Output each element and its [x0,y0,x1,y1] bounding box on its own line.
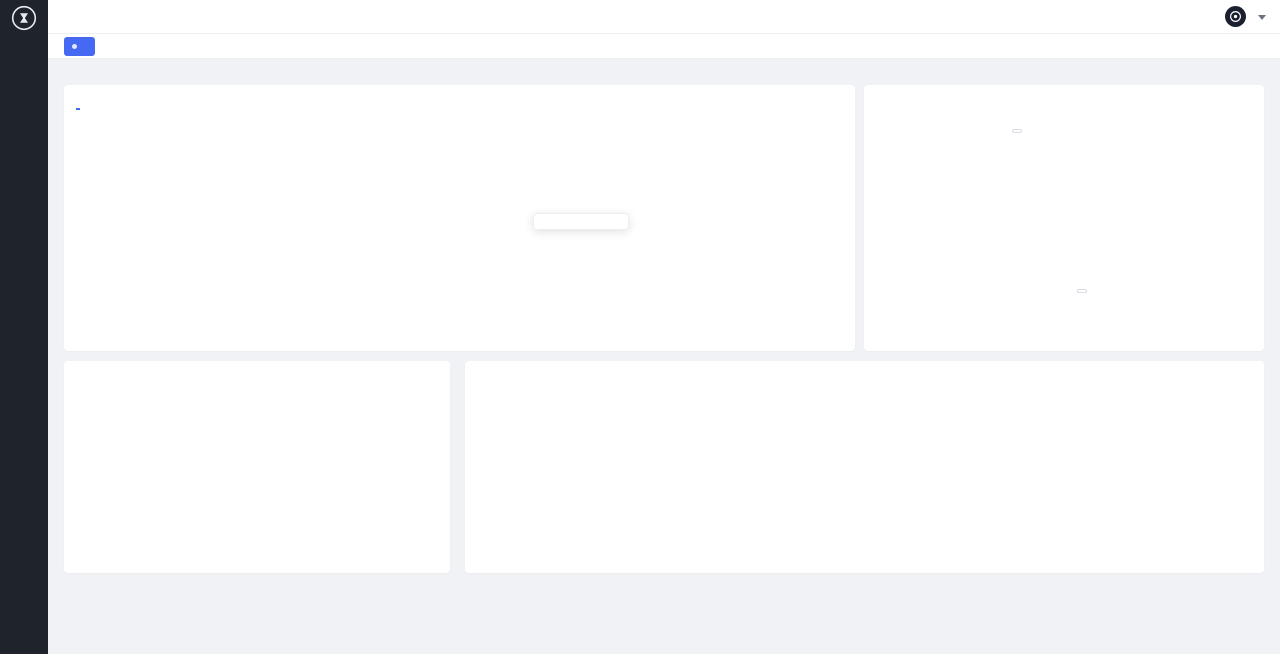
offline-label [1012,129,1022,133]
chevron-down-icon [1258,15,1266,20]
main-area [48,0,1280,654]
chart-tooltip [533,213,629,230]
app-logo-icon [11,5,37,31]
sidebar [0,0,48,654]
tab-workbench[interactable] [64,37,95,56]
tabbar [48,34,1280,59]
bottom-row [64,361,1264,573]
tab-year-usage[interactable] [76,97,80,110]
pile-status-card [864,85,1264,351]
app-root [0,0,1280,654]
fault-analysis-card [465,361,1264,573]
online-label [1077,289,1087,293]
user-menu[interactable] [1225,6,1266,27]
energy-line-chart [64,85,855,351]
tab-active-dot [72,44,77,49]
fault-mixed-chart [465,361,1264,573]
pile-donut-chart [864,85,1264,351]
chart-row [64,85,1264,351]
energy-analysis-card [64,85,855,351]
header [48,0,1280,34]
avatar [1225,6,1246,27]
content [48,59,1280,654]
tab-month-usage[interactable] [76,110,80,121]
quick-nav-card [64,361,450,573]
energy-tabs [76,97,80,121]
